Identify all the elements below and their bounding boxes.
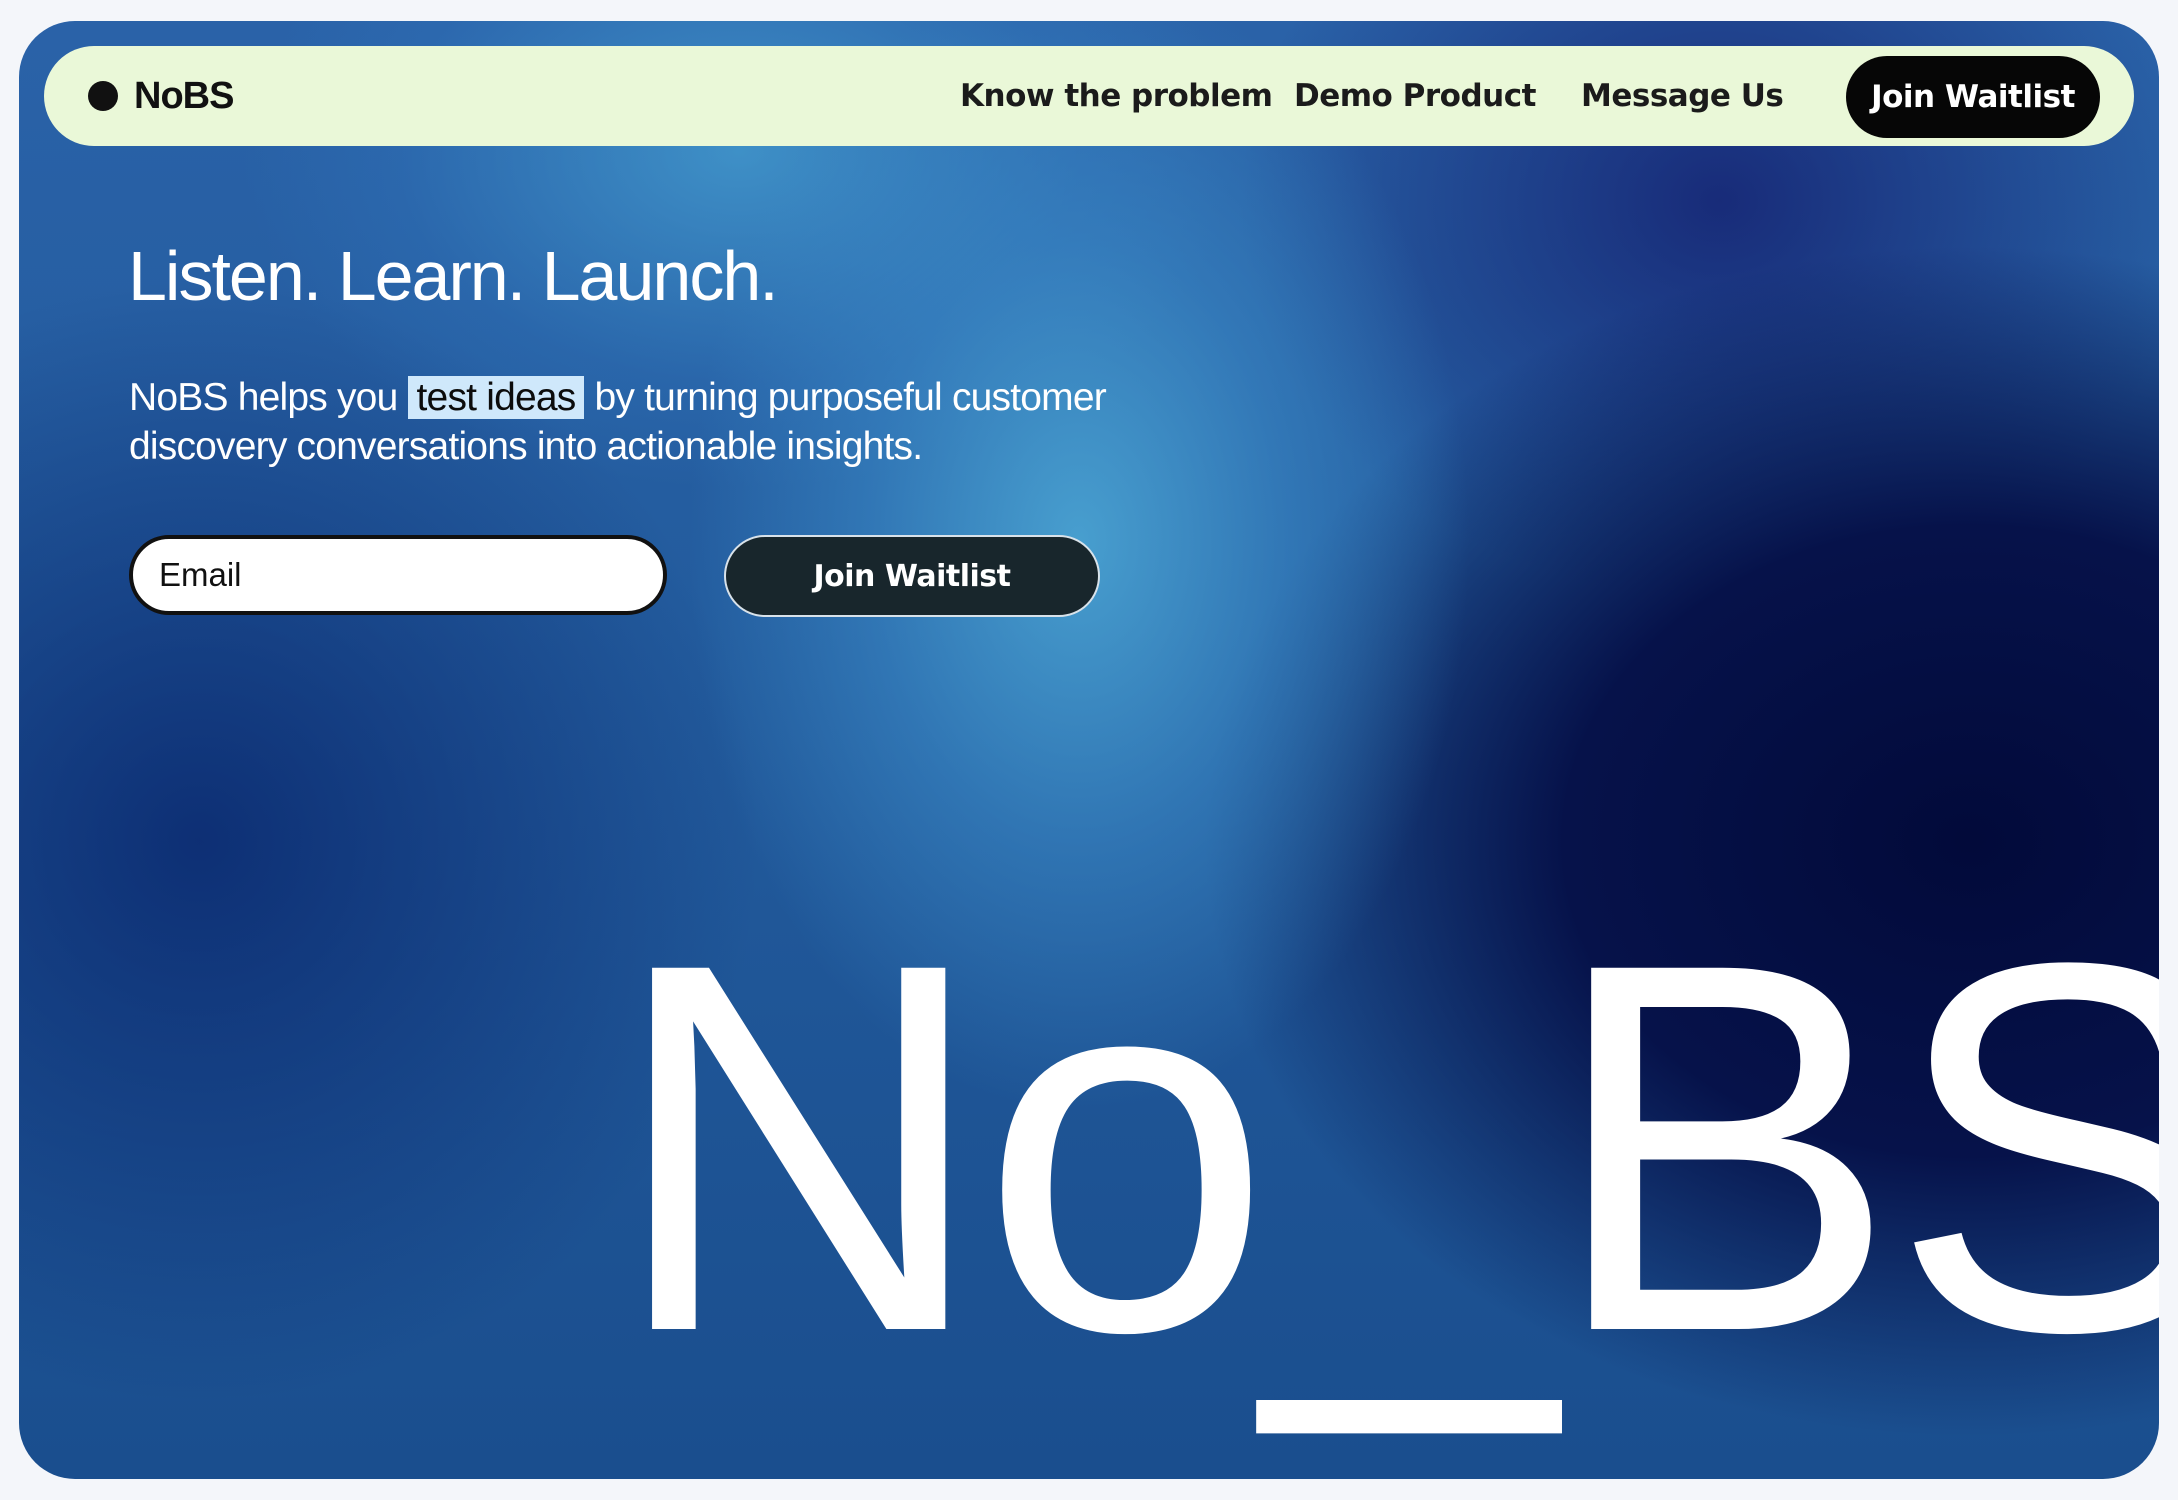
hero-big-wordmark: No_BS [609,855,2159,1441]
hero-description: NoBS helps you test ideas by turning pur… [129,373,1229,471]
nav-join-waitlist-button[interactable]: Join Waitlist [1846,56,2100,138]
nav-link-message-us[interactable]: Message Us [1581,46,1784,146]
hero-section: NoBS Know the problem Demo Product Messa… [19,21,2159,1479]
brand-name: NoBS [134,74,234,117]
email-input[interactable] [129,535,667,615]
brand-logo[interactable]: NoBS [88,46,234,146]
join-waitlist-button[interactable]: Join Waitlist [724,535,1100,617]
hero-headline: Listen. Learn. Launch. [128,237,779,315]
hero-description-start: NoBS helps you [129,376,408,419]
hero-description-highlight: test ideas [407,376,585,419]
nav-link-demo-product[interactable]: Demo Product [1294,46,1536,146]
top-navbar: NoBS Know the problem Demo Product Messa… [44,46,2134,146]
logo-dot-icon [88,81,118,111]
nav-link-know-the-problem[interactable]: Know the problem [960,46,1273,146]
